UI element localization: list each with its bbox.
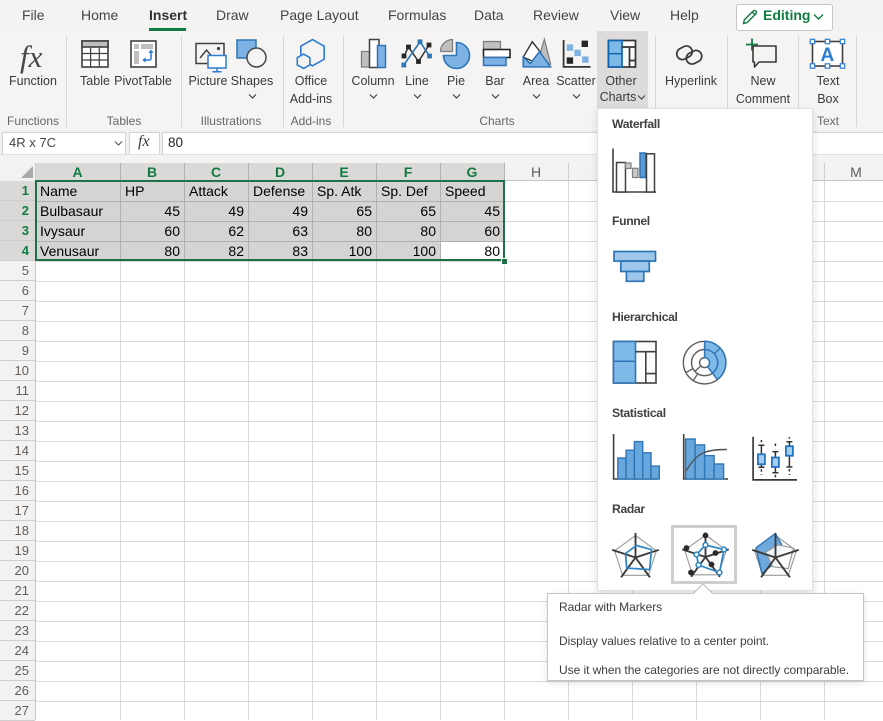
svg-text:A: A: [821, 45, 835, 66]
svg-text:fx: fx: [20, 39, 43, 74]
